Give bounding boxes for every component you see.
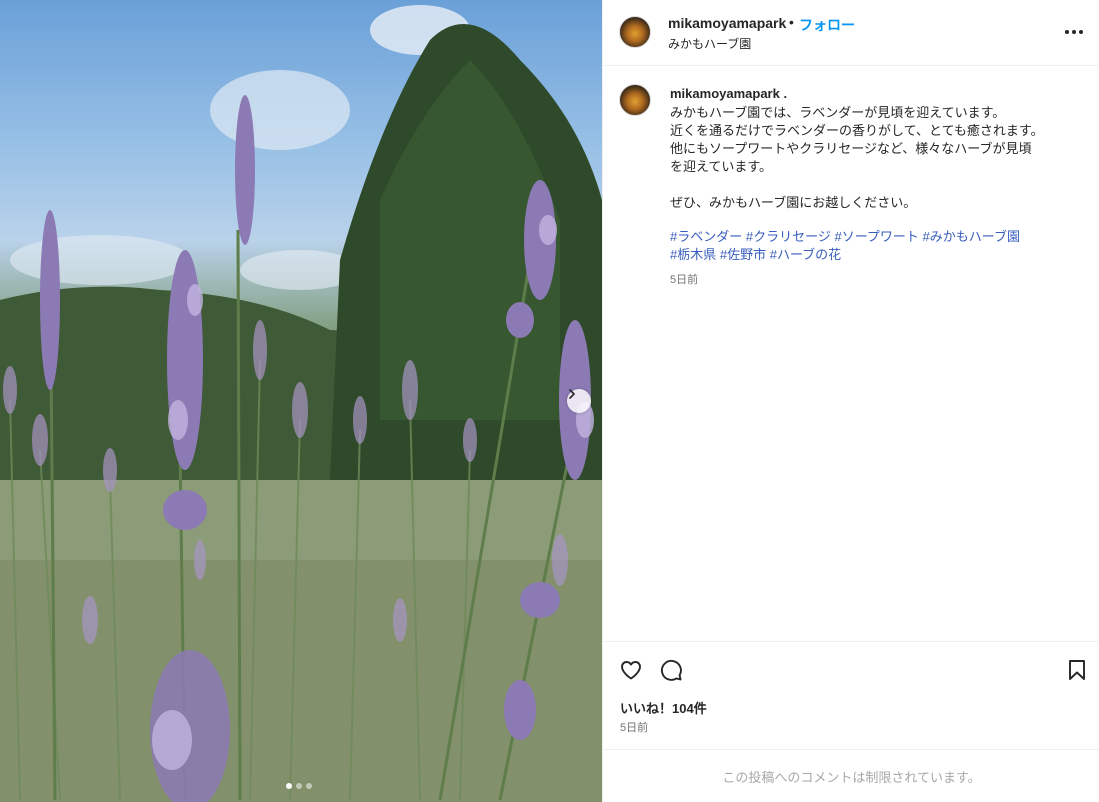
hashtag-link[interactable]: #ソープワート xyxy=(834,229,918,244)
caption-line: みかもハーブ園では、ラベンダーが見頃を迎えています。 xyxy=(670,105,1006,120)
hashtag-link[interactable]: #栃木県 xyxy=(670,247,716,262)
bookmark-icon[interactable] xyxy=(1065,658,1089,682)
carousel-indicator xyxy=(286,783,312,789)
post-side-panel: mikamoyamapark • フォロー みかもハーブ園 mikamoyama… xyxy=(602,0,1099,802)
heart-icon[interactable] xyxy=(619,658,643,682)
caption-text: みかもハーブ園では、ラベンダーが見頃を迎えています。 近くを通るだけでラベンダー… xyxy=(670,104,1080,212)
caption-line: 近くを通るだけでラベンダーの香りがして、とても癒されます。 xyxy=(670,123,1044,138)
carousel-dot xyxy=(286,783,292,789)
caption-username[interactable]: mikamoyamapark . xyxy=(670,86,787,101)
hashtag-link[interactable]: #佐野市 xyxy=(720,247,766,262)
caption-line: を迎えています。 xyxy=(670,159,773,174)
location-link[interactable]: みかもハーブ園 xyxy=(668,35,751,52)
action-bar: いいね！104件 5日前 xyxy=(603,641,1099,749)
carousel-dot xyxy=(306,783,312,789)
carousel-dot xyxy=(296,783,302,789)
like-count[interactable]: いいね！104件 xyxy=(620,698,707,717)
caption-line: ぜひ、みかもハーブ園にお越しください。 xyxy=(670,195,917,210)
header-username[interactable]: mikamoyamapark xyxy=(668,15,786,31)
caption-timestamp[interactable]: 5日前 xyxy=(670,271,698,287)
caption-section: mikamoyamapark . みかもハーブ園では、ラベンダーが見頃を迎えてい… xyxy=(603,67,1099,641)
lavender-photo xyxy=(0,5,602,802)
caption-avatar[interactable] xyxy=(619,84,651,116)
more-horizontal-icon[interactable] xyxy=(1065,26,1085,38)
caption-line: 他にもソープワートやクラリセージなど、様々なハーブが見頃 xyxy=(670,141,1032,156)
hashtag-link[interactable]: #ラベンダー xyxy=(670,229,742,244)
hashtag-link[interactable]: #ハーブの花 xyxy=(770,247,841,262)
comment-icon[interactable] xyxy=(659,658,683,682)
post-photo[interactable] xyxy=(0,0,602,802)
comments-restricted-notice: この投稿へのコメントは制限されています。 xyxy=(603,749,1099,802)
carousel-next-button[interactable] xyxy=(567,389,591,413)
avatar[interactable] xyxy=(619,16,651,48)
hashtag-list: #ラベンダー #クラリセージ #ソープワート #みかもハーブ園 #栃木県 #佐野… xyxy=(670,228,1080,264)
follow-button[interactable]: フォロー xyxy=(799,15,855,35)
separator-dot: • xyxy=(789,14,794,30)
hashtag-link[interactable]: #クラリセージ xyxy=(746,229,831,244)
hashtag-link[interactable]: #みかもハーブ園 xyxy=(923,229,1020,244)
post-header: mikamoyamapark • フォロー みかもハーブ園 xyxy=(603,0,1099,66)
post-timestamp[interactable]: 5日前 xyxy=(620,719,648,735)
chevron-right-icon xyxy=(569,389,575,399)
